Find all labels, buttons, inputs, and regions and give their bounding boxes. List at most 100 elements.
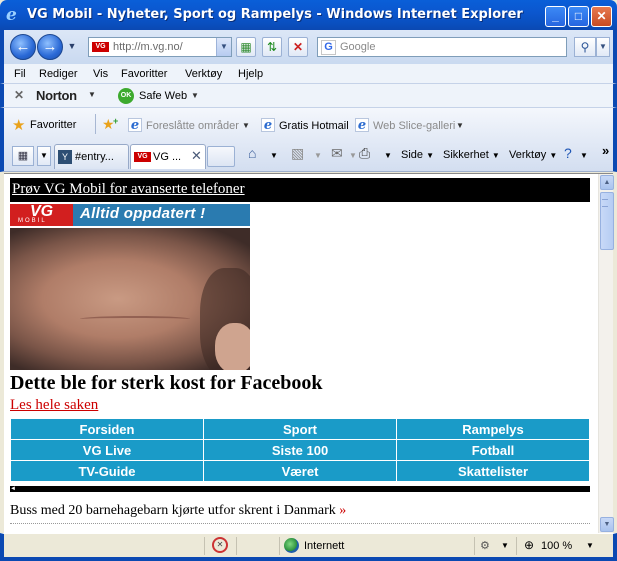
forward-button[interactable]: →	[37, 34, 63, 60]
tab-label: VG ...	[153, 151, 182, 163]
rss-feed-icon[interactable]: ▧	[291, 145, 304, 162]
zoom-dropdown-icon[interactable]: ▼	[586, 541, 594, 550]
page-menu[interactable]: Side ▼	[401, 149, 434, 161]
news-item-text[interactable]: Buss med 20 barnehagebarn kjørte utfor s…	[10, 503, 336, 518]
recent-pages-dropdown[interactable]: ▼	[66, 39, 78, 53]
compatibility-view-button[interactable]: ▦	[236, 37, 256, 57]
safety-menu[interactable]: Sikkerhet ▼	[443, 149, 500, 161]
nav-vaeret[interactable]: Været	[203, 460, 397, 482]
mail-icon[interactable]: ✉	[331, 145, 343, 162]
forward-arrow-icon: →	[42, 38, 58, 55]
search-icon: ⚲	[580, 40, 590, 54]
web-slice-gallery-link[interactable]: Web Slice-galleri	[373, 120, 455, 132]
tab-entry[interactable]: Y #entry...	[54, 144, 129, 169]
tab-vg-active[interactable]: VG VG ... ✕	[130, 144, 206, 169]
ie-page-icon: e	[355, 118, 369, 133]
safe-web-dropdown-icon[interactable]: ▼	[191, 91, 199, 100]
tools-menu[interactable]: Verktøy ▼	[509, 149, 557, 161]
read-more-link[interactable]: Les hele saken	[10, 397, 98, 414]
norton-menu[interactable]: Norton	[36, 88, 77, 103]
toolbar-overflow-chevron[interactable]: »	[602, 143, 609, 158]
scroll-up-button[interactable]: ▲	[600, 175, 614, 190]
new-tab-button[interactable]	[207, 146, 235, 167]
maximize-button[interactable]: □	[568, 6, 589, 27]
print-dropdown-icon[interactable]: ▼	[384, 149, 392, 161]
logo-slogan: Alltid oppdatert !	[80, 205, 206, 222]
news-item-arrow: »	[339, 503, 347, 518]
protected-mode-icon[interactable]: ⚙	[480, 539, 490, 552]
news-item[interactable]: Buss med 20 barnehagebarn kjørte utfor s…	[10, 503, 346, 519]
close-window-button[interactable]: ✕	[591, 6, 612, 27]
help-dropdown-icon[interactable]: ▼	[580, 149, 588, 161]
nav-skattelister[interactable]: Skattelister	[396, 460, 590, 482]
suggested-sites-dropdown-icon[interactable]: ▼	[242, 121, 250, 130]
tab-favicon: Y	[58, 150, 72, 164]
back-arrow-icon: ←	[15, 38, 31, 55]
home-icon[interactable]: ⌂	[248, 145, 256, 161]
menu-edit[interactable]: Rediger	[39, 68, 78, 80]
window-title: VG Mobil - Nyheter, Sport og Rampelys - …	[27, 7, 523, 22]
stop-button[interactable]: ✕	[288, 37, 308, 57]
vertical-scrollbar[interactable]: ▲ ▼	[598, 174, 614, 533]
nav-sport[interactable]: Sport	[203, 418, 397, 440]
safe-web-menu[interactable]: Safe Web	[139, 90, 187, 102]
vg-logo-subtitle: MOBIL	[18, 218, 47, 224]
menu-view[interactable]: Vis	[93, 68, 108, 80]
article-headline[interactable]: Dette ble for sterk kost for Facebook	[10, 372, 323, 395]
popup-blocker-icon[interactable]: ✕	[212, 537, 228, 553]
star-icon[interactable]: ★	[12, 116, 25, 134]
vg-mobil-logo[interactable]: VG MOBIL Alltid oppdatert !	[10, 204, 250, 226]
favorites-bar: ★ Favoritter ★ + e Foreslåtte områder ▼ …	[0, 108, 617, 140]
search-field[interactable]: G Google	[317, 37, 567, 57]
menu-tools[interactable]: Verktøy	[185, 68, 222, 80]
tab-label: #entry...	[75, 151, 114, 163]
search-options-dropdown[interactable]: ▼	[596, 37, 610, 57]
favorites-button[interactable]: Favoritter	[30, 119, 76, 131]
tab-list-dropdown[interactable]: ▼	[37, 146, 51, 166]
feed-dropdown-icon[interactable]: ▼	[314, 149, 322, 161]
refresh-icon: ⇅	[266, 40, 278, 54]
search-placeholder[interactable]: Google	[340, 41, 375, 53]
stop-icon: ✕	[292, 40, 304, 54]
ie-logo-icon: e	[6, 5, 17, 25]
gratis-hotmail-link[interactable]: Gratis Hotmail	[279, 120, 349, 132]
home-dropdown-icon[interactable]: ▼	[270, 149, 278, 161]
menu-file[interactable]: Fil	[14, 68, 26, 80]
refresh-button[interactable]: ⇅	[262, 37, 282, 57]
suggested-sites-link[interactable]: Foreslåtte områder	[146, 120, 239, 132]
nav-siste-100[interactable]: Siste 100	[203, 439, 397, 461]
mail-dropdown-icon[interactable]: ▼	[349, 149, 357, 161]
toolbar-separator	[95, 114, 96, 134]
nav-rampelys[interactable]: Rampelys	[396, 418, 590, 440]
back-button[interactable]: ←	[10, 34, 36, 60]
scroll-down-button[interactable]: ▼	[600, 517, 614, 532]
zoom-level[interactable]: 100 %	[541, 540, 572, 552]
menu-favorites[interactable]: Favoritter	[121, 68, 167, 80]
nav-forsiden[interactable]: Forsiden	[10, 418, 204, 440]
navigation-bar: ← → ▼ VG http://m.vg.no/ ▼ ▦ ⇅ ✕ G Googl…	[0, 30, 617, 64]
protected-mode-dropdown-icon[interactable]: ▼	[501, 541, 509, 550]
article-photo[interactable]	[10, 228, 250, 370]
address-url[interactable]: http://m.vg.no/	[113, 41, 183, 53]
help-icon[interactable]: ?	[564, 145, 572, 161]
page-menu-label: Side	[401, 149, 424, 161]
close-toolbar-icon[interactable]: ✕	[14, 88, 24, 102]
nav-vg-live[interactable]: VG Live	[10, 439, 204, 461]
address-dropdown-button[interactable]: ▼	[216, 38, 231, 56]
nav-fotball[interactable]: Fotball	[396, 439, 590, 461]
address-field[interactable]: VG http://m.vg.no/ ▼	[88, 37, 232, 57]
search-button[interactable]: ⚲	[574, 37, 596, 57]
quick-tabs-button[interactable]: ▦	[12, 146, 34, 166]
norton-dropdown-icon[interactable]: ▼	[88, 90, 96, 99]
add-plus-icon: +	[113, 116, 119, 126]
printer-icon[interactable]: ⎙	[359, 145, 370, 162]
security-zone-label: Internett	[304, 540, 345, 552]
tab-bar: ▦ ▼ Y #entry... VG VG ... ✕ ⌂ ▼ ▧ ▼ ✉ ▼ …	[0, 140, 617, 172]
minimize-button[interactable]: _	[545, 6, 566, 27]
nav-tv-guide[interactable]: TV-Guide	[10, 460, 204, 482]
promo-link[interactable]: Prøv VG Mobil for avanserte telefoner	[12, 181, 245, 198]
menu-help[interactable]: Hjelp	[238, 68, 263, 80]
zoom-icon[interactable]: ⊕	[524, 538, 534, 552]
web-slice-dropdown-icon[interactable]: ▼	[456, 121, 464, 130]
close-tab-icon[interactable]: ✕	[191, 148, 202, 164]
